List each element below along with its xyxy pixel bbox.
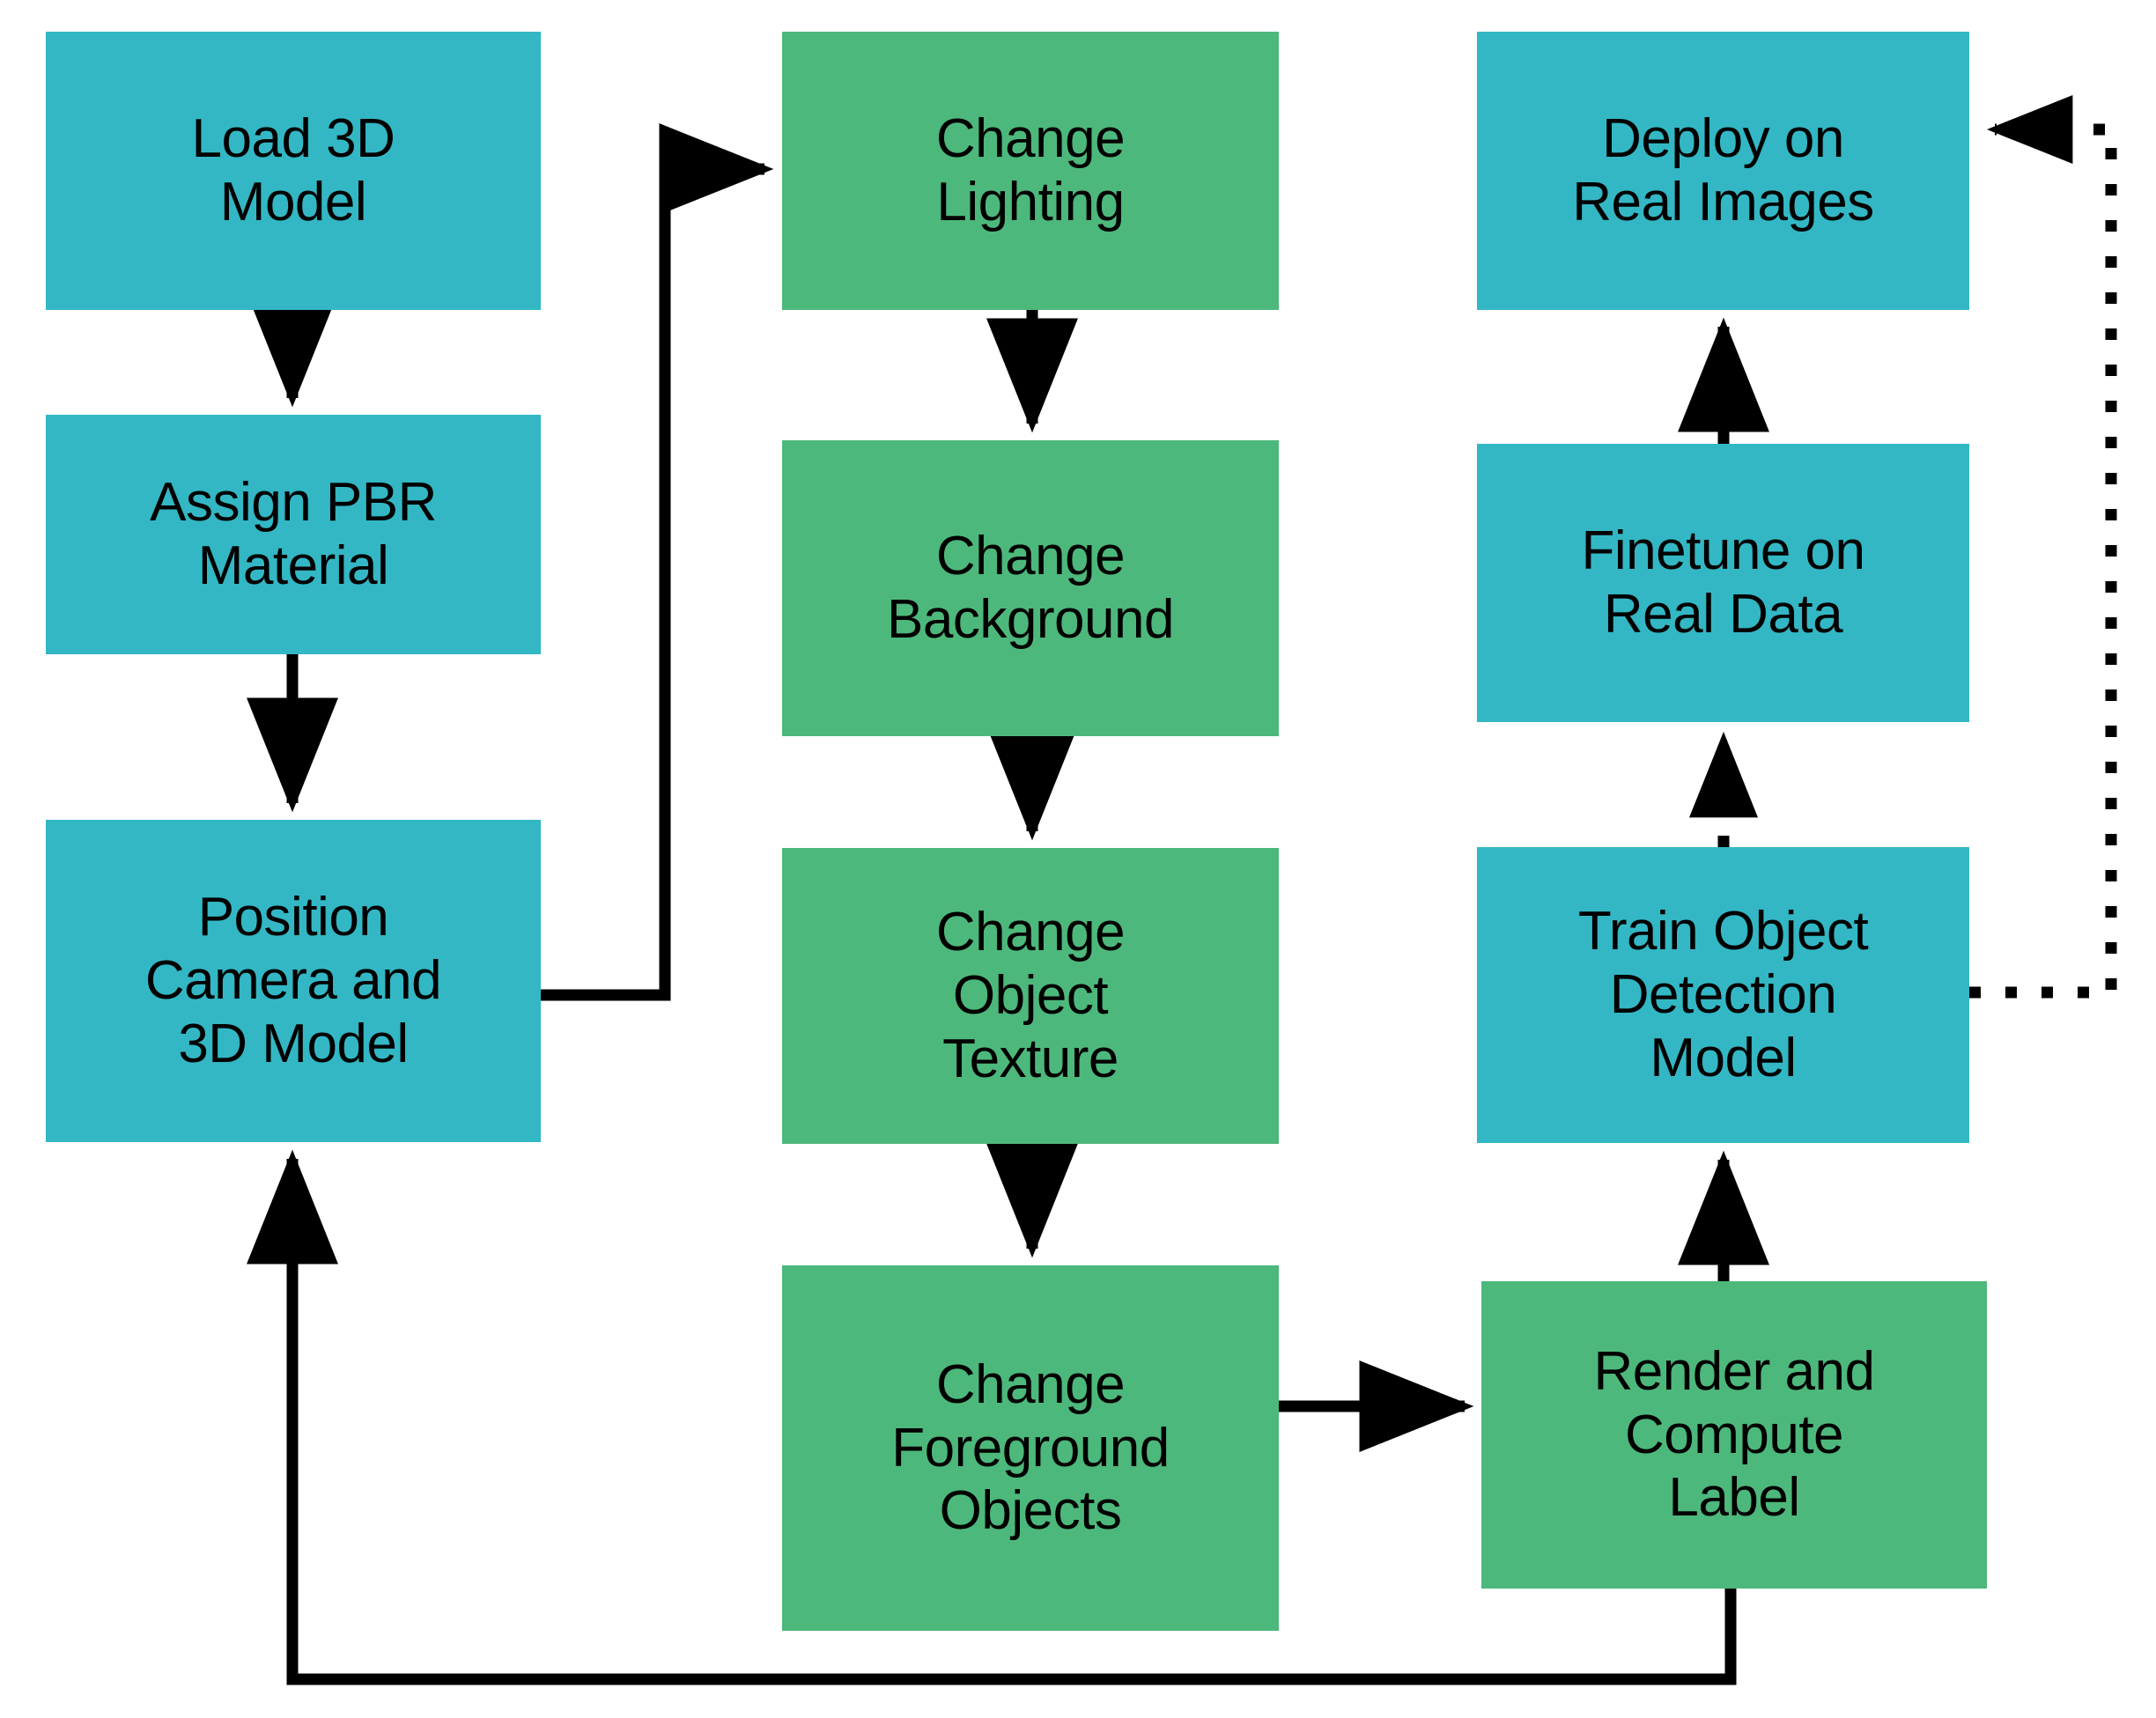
node-label: Assign PBR Material [150, 472, 437, 596]
node-label: Change Background [887, 526, 1174, 650]
node-change-background[interactable]: Change Background [782, 440, 1279, 736]
node-load-3d-model[interactable]: Load 3D Model [46, 32, 541, 310]
node-change-lighting[interactable]: Change Lighting [782, 32, 1279, 310]
node-position-camera-and-3d-model[interactable]: Position Camera and 3D Model [46, 820, 541, 1142]
node-label: Load 3D Model [191, 108, 395, 232]
node-label: Position Camera and 3D Model [144, 887, 442, 1074]
node-train-object-detection-model[interactable]: Train Object Detection Model [1477, 847, 1969, 1143]
node-label: Render and Compute Label [1593, 1340, 1875, 1529]
node-label: Change Object Texture [935, 902, 1126, 1089]
edge-position-to-lighting [541, 123, 774, 1001]
node-label: Train Object Detection Model [1577, 901, 1869, 1088]
node-label: Change Foreground Objects [891, 1353, 1170, 1542]
node-finetune-on-real-data[interactable]: Finetune on Real Data [1477, 444, 1969, 722]
node-assign-pbr-material[interactable]: Assign PBR Material [46, 415, 541, 654]
node-deploy-on-real-images[interactable]: Deploy on Real Images [1477, 32, 1969, 310]
node-render-and-compute-label[interactable]: Render and Compute Label [1481, 1281, 1987, 1589]
node-label: Deploy on Real Images [1572, 108, 1874, 232]
node-label: Change Lighting [935, 108, 1126, 232]
flowchart-canvas: Load 3D Model Assign PBR Material Positi… [0, 0, 2156, 1718]
edge-train-to-deploy-dotted [1969, 95, 2117, 999]
node-label: Finetune on Real Data [1581, 520, 1865, 645]
node-change-foreground-objects[interactable]: Change Foreground Objects [782, 1265, 1279, 1631]
node-change-object-texture[interactable]: Change Object Texture [782, 848, 1279, 1144]
